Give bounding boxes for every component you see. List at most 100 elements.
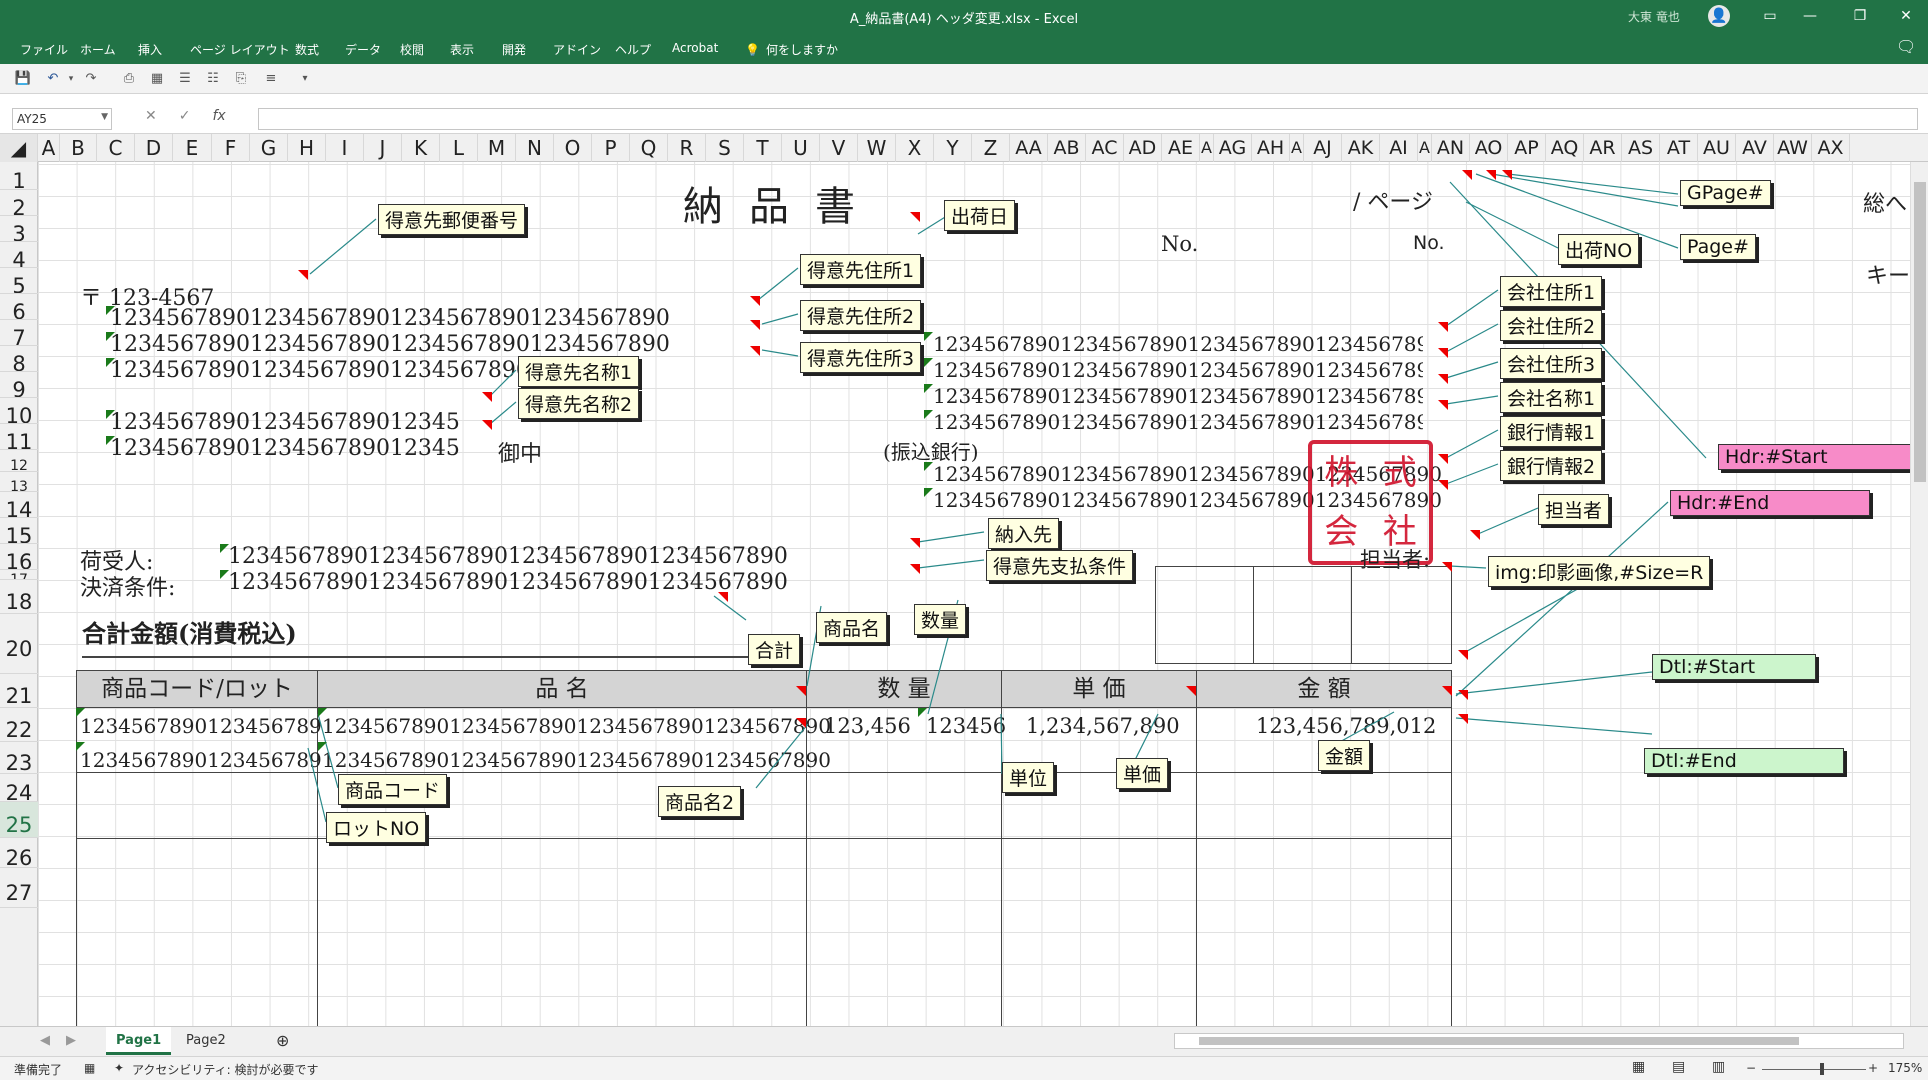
comment-marker-8[interactable] bbox=[1438, 322, 1448, 332]
column-header-x-23[interactable]: X bbox=[896, 134, 934, 162]
row-header-13[interactable]: 13 bbox=[0, 472, 38, 492]
error-marker-1[interactable] bbox=[106, 306, 115, 315]
align-center-icon[interactable]: ☷ bbox=[204, 70, 222, 88]
callout-dtl-end[interactable]: Dtl:#End bbox=[1644, 748, 1844, 774]
column-header-ap-41[interactable]: AP bbox=[1508, 134, 1546, 162]
row-header-16[interactable]: 16 bbox=[0, 544, 38, 570]
comment-marker-6[interactable] bbox=[482, 392, 492, 402]
row-header-5[interactable]: 5 bbox=[0, 268, 38, 294]
column-header-d-3[interactable]: D bbox=[135, 134, 173, 162]
row-header-23[interactable]: 23 bbox=[0, 742, 38, 774]
comment-marker-21[interactable] bbox=[1458, 650, 1468, 660]
error-marker-16[interactable] bbox=[76, 742, 85, 751]
row-header-18[interactable]: 18 bbox=[0, 580, 38, 614]
error-marker-8[interactable] bbox=[924, 384, 933, 393]
row-header-25[interactable]: 25 bbox=[0, 802, 38, 838]
comment-marker-11[interactable] bbox=[1438, 400, 1448, 410]
menu-insert[interactable]: 挿入 bbox=[138, 41, 162, 58]
column-header-aq-42[interactable]: AQ bbox=[1546, 134, 1584, 162]
error-marker-10[interactable] bbox=[924, 462, 933, 471]
cell-grid[interactable]: 納品書 / ページ 総へ No. No. キー 〒 123-4567 12345… bbox=[38, 162, 1928, 1026]
column-header-s-18[interactable]: S bbox=[706, 134, 744, 162]
callout-seal-image[interactable]: img:印影画像,#Size=R bbox=[1488, 556, 1711, 587]
chevron-down-icon[interactable]: ▼ bbox=[101, 112, 108, 122]
error-marker-9[interactable] bbox=[924, 410, 933, 419]
callout-ship-no[interactable]: 出荷NO bbox=[1558, 234, 1640, 265]
status-accessibility[interactable]: アクセシビリティ: 検討が必要です bbox=[132, 1061, 319, 1078]
column-header-ab-27[interactable]: AB bbox=[1048, 134, 1086, 162]
comment-icon[interactable]: 🗨 bbox=[1896, 37, 1916, 56]
column-header-ag-32[interactable]: AG bbox=[1214, 134, 1252, 162]
ribbon-display-icon[interactable]: ▭ bbox=[1750, 4, 1790, 28]
column-header-as-44[interactable]: AS bbox=[1622, 134, 1660, 162]
restore-button[interactable]: ❐ bbox=[1840, 4, 1880, 28]
column-header-g-6[interactable]: G bbox=[250, 134, 288, 162]
comment-marker-4[interactable] bbox=[750, 320, 760, 330]
column-header-ax-49[interactable]: AX bbox=[1812, 134, 1850, 162]
callout-delivery[interactable]: 納入先 bbox=[988, 518, 1060, 549]
column-header-aa-26[interactable]: AA bbox=[1010, 134, 1048, 162]
column-header-f-5[interactable]: F bbox=[212, 134, 250, 162]
callout-bank-1[interactable]: 銀行情報1 bbox=[1500, 416, 1603, 447]
callout-product-name[interactable]: 商品名 bbox=[816, 612, 888, 643]
callout-address-3[interactable]: 得意先住所3 bbox=[800, 342, 922, 373]
comment-marker-20[interactable] bbox=[1442, 562, 1452, 572]
callout-address-1[interactable]: 得意先住所1 bbox=[800, 254, 922, 285]
callout-lot-no[interactable]: ロットNO bbox=[326, 812, 427, 843]
comment-marker-23[interactable] bbox=[1458, 714, 1468, 724]
column-header-ae-30[interactable]: AE bbox=[1162, 134, 1200, 162]
comment-marker-2[interactable] bbox=[910, 212, 920, 222]
tab-scroll-right-icon[interactable]: ▶ bbox=[56, 1027, 86, 1055]
menu-view[interactable]: 表示 bbox=[450, 41, 474, 58]
column-header-h-7[interactable]: H bbox=[288, 134, 326, 162]
tell-me-search[interactable]: 💡 何をしますか bbox=[745, 41, 838, 58]
callout-dtl-start[interactable]: Dtl:#Start bbox=[1652, 654, 1816, 680]
column-header-e-4[interactable]: E bbox=[173, 134, 212, 162]
minimize-button[interactable]: — bbox=[1790, 4, 1830, 28]
comment-marker-25[interactable] bbox=[796, 686, 806, 696]
comment-marker-12[interactable] bbox=[1438, 454, 1448, 464]
save-icon[interactable]: 💾 bbox=[14, 70, 32, 88]
user-avatar-icon[interactable]: 👤 bbox=[1708, 5, 1730, 27]
column-header-a-34[interactable]: A bbox=[1290, 134, 1304, 162]
callout-total[interactable]: 合計 bbox=[748, 634, 801, 665]
tab-page1[interactable]: Page1 bbox=[106, 1027, 172, 1055]
column-header-a-38[interactable]: A bbox=[1418, 134, 1432, 162]
page-layout-view-icon[interactable]: ▤ bbox=[1672, 1059, 1685, 1075]
column-header-aj-35[interactable]: AJ bbox=[1304, 134, 1342, 162]
callout-payment-terms[interactable]: 得意先支払条件 bbox=[986, 550, 1134, 581]
row-header-24[interactable]: 24 bbox=[0, 774, 38, 802]
column-header-p-15[interactable]: P bbox=[592, 134, 630, 162]
callout-ship-date[interactable]: 出荷日 bbox=[944, 200, 1016, 231]
comment-marker-1[interactable] bbox=[298, 270, 308, 280]
row-header-7[interactable]: 7 bbox=[0, 320, 38, 346]
error-marker-7[interactable] bbox=[924, 358, 933, 367]
column-header-t-19[interactable]: T bbox=[744, 134, 782, 162]
close-button[interactable]: ✕ bbox=[1886, 4, 1926, 28]
error-marker-2[interactable] bbox=[106, 332, 115, 341]
comment-marker-5[interactable] bbox=[750, 346, 760, 356]
callout-name-1[interactable]: 得意先名称1 bbox=[518, 356, 640, 387]
error-marker-3[interactable] bbox=[106, 358, 115, 367]
vertical-scroll-thumb[interactable] bbox=[1914, 182, 1926, 482]
callout-page[interactable]: Page# bbox=[1680, 234, 1756, 260]
callout-company-address-1[interactable]: 会社住所1 bbox=[1500, 276, 1603, 307]
menu-page-layout[interactable]: ページ レイアウト bbox=[190, 41, 290, 58]
column-header-aw-48[interactable]: AW bbox=[1774, 134, 1812, 162]
menu-home[interactable]: ホーム bbox=[80, 41, 116, 58]
comment-marker-7[interactable] bbox=[482, 420, 492, 430]
horizontal-scroll-thumb[interactable] bbox=[1199, 1037, 1799, 1045]
column-header-av-47[interactable]: AV bbox=[1736, 134, 1774, 162]
callout-amount[interactable]: 金額 bbox=[1318, 740, 1371, 771]
callout-hdr-start[interactable]: Hdr:#Start bbox=[1718, 444, 1918, 470]
callout-bank-2[interactable]: 銀行情報2 bbox=[1500, 450, 1603, 481]
column-header-r-17[interactable]: R bbox=[668, 134, 706, 162]
column-header-ai-37[interactable]: AI bbox=[1380, 134, 1418, 162]
menu-file[interactable]: ファイル bbox=[20, 41, 68, 58]
formula-input[interactable] bbox=[258, 108, 1918, 130]
row-header-9[interactable]: 9 bbox=[0, 372, 38, 398]
comment-marker-16[interactable] bbox=[1502, 170, 1512, 180]
callout-product-code[interactable]: 商品コード bbox=[338, 774, 448, 805]
row-header-2[interactable]: 2 bbox=[0, 190, 38, 216]
row-header-15[interactable]: 15 bbox=[0, 518, 38, 544]
